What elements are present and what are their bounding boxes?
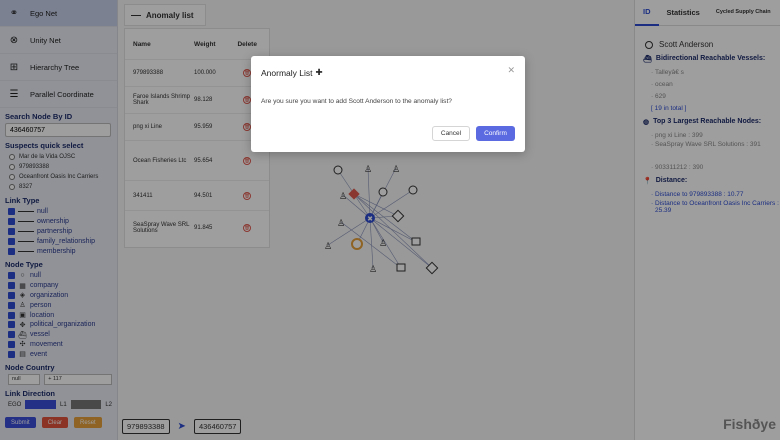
- modal-body: Are you sure you want to add Scott Ander…: [261, 98, 452, 105]
- confirm-button[interactable]: Confirm: [476, 126, 515, 141]
- anomaly-list-modal: Anormaly List ✚ ✕ Are you sure you want …: [251, 56, 525, 152]
- cancel-button[interactable]: Cancel: [432, 126, 470, 141]
- plus-icon: ✚: [315, 67, 323, 77]
- modal-title: Anormaly List: [261, 67, 313, 78]
- close-icon[interactable]: ✕: [507, 65, 515, 76]
